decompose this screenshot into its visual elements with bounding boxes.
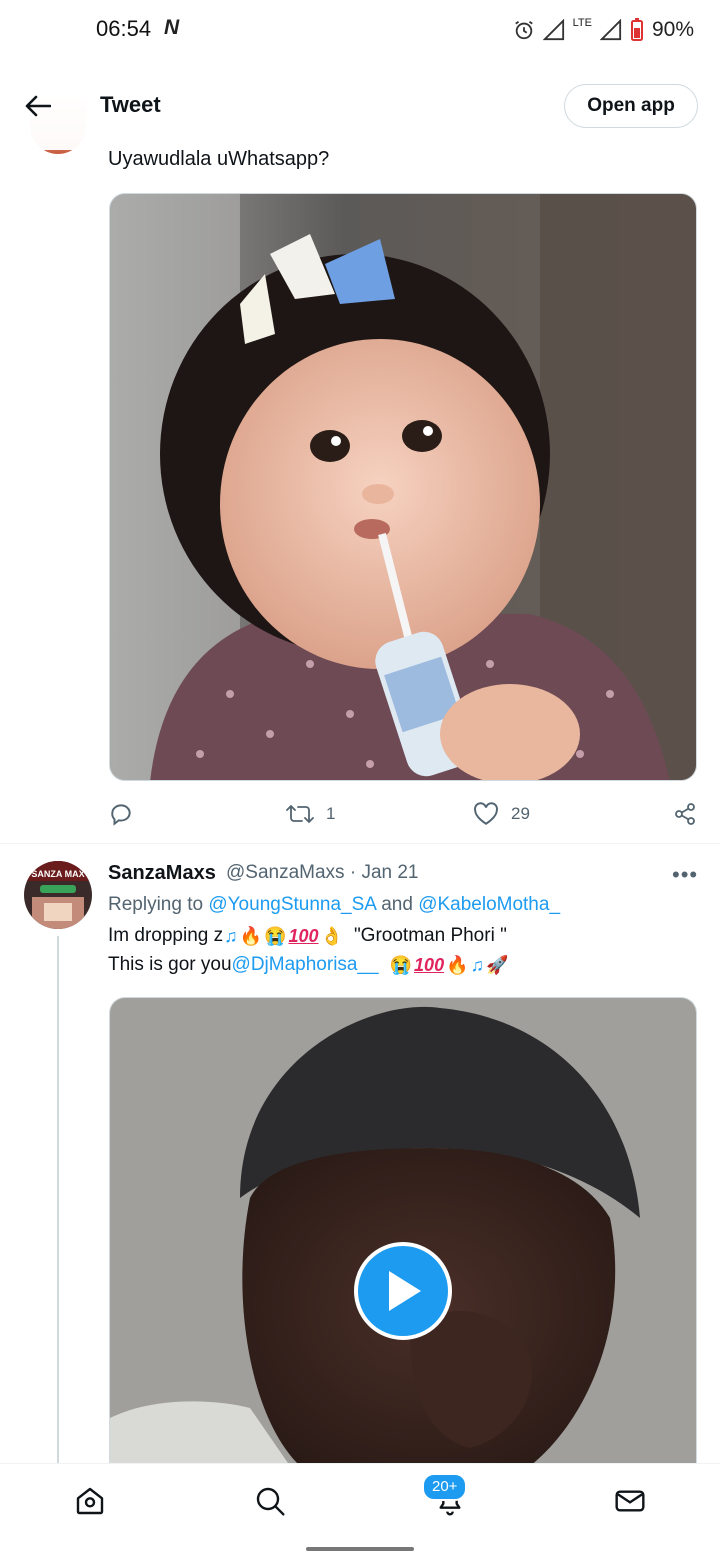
share-icon: [675, 803, 695, 825]
nav-messages[interactable]: [600, 1478, 660, 1524]
share-button[interactable]: [673, 796, 697, 832]
music-notes-emoji-2: ♫: [470, 954, 485, 975]
and-label: and: [375, 894, 419, 915]
rocket-emoji: 🚀: [486, 954, 509, 975]
search-icon: [256, 1487, 285, 1516]
photo-illustration: [110, 194, 696, 780]
avatar-image: SANZA MAX: [24, 861, 92, 929]
hundred-emoji: 100: [288, 925, 319, 946]
page-title: Tweet: [100, 92, 161, 117]
tweet-actions: 1 29: [108, 796, 698, 832]
retweet-button[interactable]: 1: [286, 796, 335, 832]
heart-icon: [474, 802, 498, 825]
home-indicator[interactable]: [306, 1547, 414, 1551]
crying-emoji-2: 😭: [389, 954, 413, 975]
alarm-icon: [514, 20, 533, 40]
signal-icon: [542, 19, 564, 41]
battery-percent: 90%: [651, 18, 694, 41]
tweet-text-start-2: This is gor you: [108, 954, 232, 975]
music-notes-emoji: ♫: [224, 925, 238, 946]
author-name[interactable]: SanzaMaxs: [108, 862, 216, 885]
mention-link-kabelomotha[interactable]: @KabeloMotha_: [418, 894, 560, 915]
tweet-text-line-2: This is gor you @DjMaphorisa__ 😭 100 🔥 ♫…: [108, 954, 509, 976]
tweet-text-start: Im dropping z: [108, 925, 224, 946]
nav-home[interactable]: [60, 1478, 120, 1524]
tweet-text-quote: "Grootman Phori ": [353, 925, 507, 946]
play-icon: [389, 1271, 421, 1311]
mail-icon: [615, 1490, 645, 1512]
status-bar: 06:54 N LTE 90%: [0, 0, 720, 62]
mention-link-djmaphorisa[interactable]: @DjMaphorisa__: [232, 954, 379, 976]
video-thumbnail: [110, 998, 696, 1465]
replying-label: Replying to: [108, 894, 209, 915]
tweet-text: Uyawudlala uWhatsapp?: [108, 148, 330, 170]
ok-hand-emoji: 👌: [320, 925, 343, 946]
retweet-count: 1: [326, 804, 336, 823]
divider: [0, 843, 720, 844]
hundred-emoji-2: 100: [414, 954, 445, 975]
home-icon: [76, 1487, 104, 1515]
nav-search[interactable]: [240, 1478, 300, 1524]
like-count: 29: [511, 804, 530, 823]
network-label: LTE: [572, 17, 592, 29]
back-button[interactable]: [20, 82, 56, 130]
open-app-button[interactable]: Open app: [564, 84, 698, 128]
mention-link-youngstunna[interactable]: @YoungStunna_SA: [208, 894, 376, 915]
crying-emoji: 😭: [264, 925, 287, 946]
thread-line: [57, 936, 59, 1464]
battery-icon: [630, 18, 643, 41]
play-button[interactable]: [354, 1242, 452, 1340]
retweet-icon: [286, 805, 314, 823]
status-icons: LTE 90%: [513, 16, 694, 44]
reply-button[interactable]: [108, 796, 134, 832]
author-handle-date: @SanzaMaxs · Jan 21: [226, 862, 419, 883]
avatar[interactable]: SANZA MAX: [24, 861, 92, 929]
reply-icon: [111, 804, 131, 826]
tweet-text-line-1: Im dropping z ♫ 🔥 😭 100 👌 "Grootman Phor…: [108, 925, 507, 947]
signal-icon-2: [599, 19, 622, 41]
arrow-left-icon: [25, 95, 51, 117]
like-button[interactable]: 29: [473, 796, 530, 832]
more-options-button[interactable]: •••: [672, 862, 698, 888]
notification-badge: 20+: [422, 1473, 468, 1501]
status-time: 06:54: [96, 16, 152, 41]
tweet-photo[interactable]: [109, 193, 697, 781]
fire-emoji-2: 🔥: [446, 954, 469, 975]
fire-emoji: 🔥: [239, 925, 263, 946]
avatar-logo-text: SANZA MAX: [31, 869, 84, 879]
tweet-video[interactable]: [109, 997, 697, 1465]
replying-to: Replying to @YoungStunna_SA and @KabeloM…: [108, 894, 560, 916]
notification-n-icon: N: [164, 16, 179, 39]
